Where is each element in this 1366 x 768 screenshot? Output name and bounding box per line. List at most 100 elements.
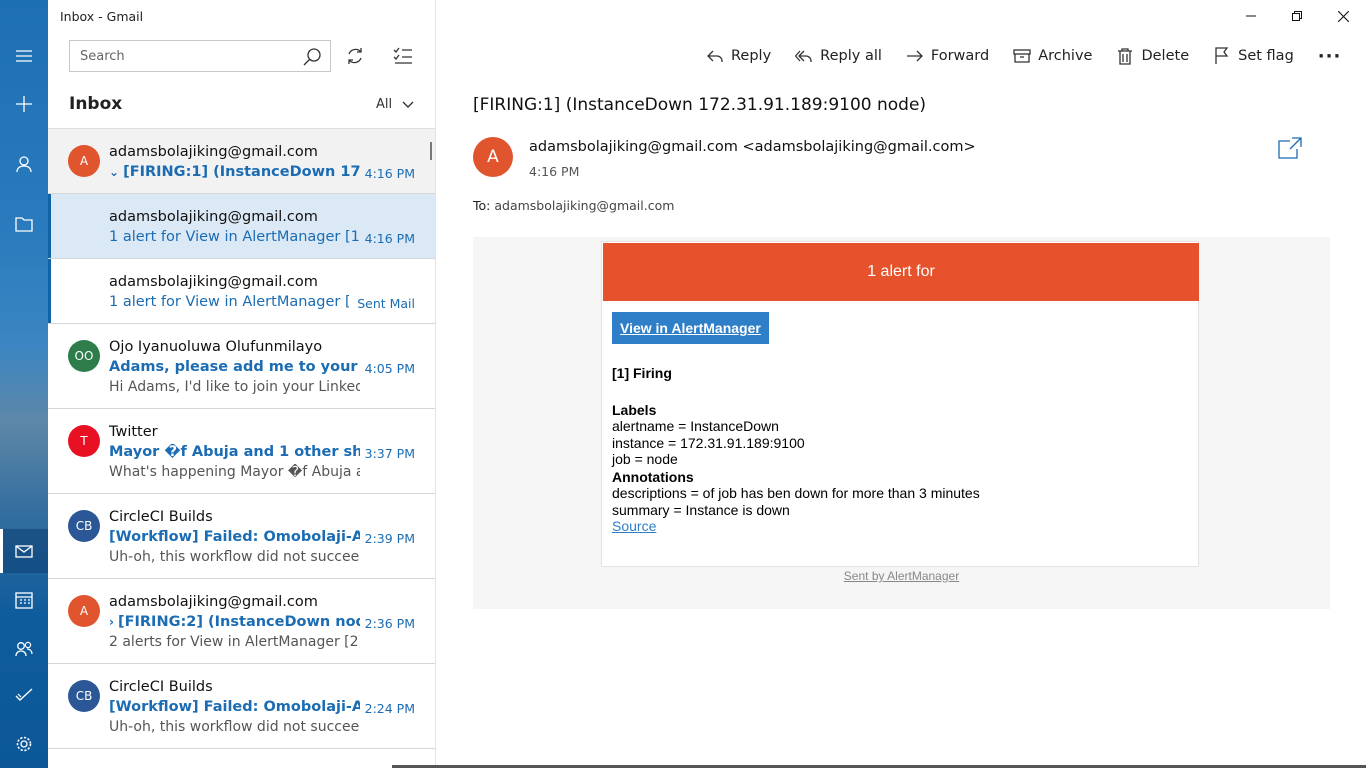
more-actions-button[interactable]: ··· (1318, 46, 1342, 67)
message-sender: adamsbolajiking@gmail.com (109, 594, 318, 610)
reading-pane: Reply Reply all Forward Archive Delete S… (436, 0, 1366, 768)
close-icon (1337, 10, 1349, 22)
message-time: 4:05 PM (364, 361, 415, 376)
message-subject-text: [FIRING:1] (InstanceDown 172.31.91.189:9… (123, 164, 360, 180)
archive-button[interactable]: Archive (1013, 47, 1092, 65)
search-icon[interactable] (302, 47, 322, 67)
hamburger-icon (16, 50, 32, 62)
scrollbar-thumb[interactable] (430, 142, 432, 160)
people-button[interactable] (0, 627, 48, 671)
labels-heading: Labels (612, 402, 657, 418)
list-item[interactable]: CB CircleCI Builds [Workflow] Failed: Om… (48, 494, 435, 579)
hamburger-menu-button[interactable] (0, 34, 48, 78)
forward-arrow-icon (906, 50, 923, 62)
archive-label: Archive (1038, 48, 1093, 64)
to-label: To: (473, 198, 491, 213)
message-sender: adamsbolajiking@gmail.com (109, 144, 318, 160)
list-item[interactable]: A adamsbolajiking@gmail.com › [FIRING:2] … (48, 579, 435, 664)
chevron-right-icon[interactable]: › (109, 615, 114, 629)
delete-button[interactable]: Delete (1116, 47, 1189, 65)
message-timestamp: 4:16 PM (529, 164, 580, 179)
list-item[interactable]: CB CircleCI Builds [Workflow] Failed: Om… (48, 664, 435, 749)
message-preview: Uh-oh, this workflow did not succeed. (109, 549, 360, 565)
search-box[interactable] (69, 40, 331, 72)
chevron-down-icon[interactable]: ⌄ (109, 165, 119, 179)
sender-address[interactable]: adamsbolajiking@gmail.com <adamsbolajiki… (529, 139, 976, 155)
annotations-heading: Annotations (612, 469, 694, 485)
message-subject-heading: [FIRING:1] (InstanceDown 172.31.91.189:9… (473, 95, 927, 115)
label-line: instance = 172.31.91.189:9100 (612, 435, 805, 451)
avatar: A (68, 595, 100, 627)
firing-heading: [1] Firing (612, 365, 672, 381)
trash-icon (1118, 48, 1133, 65)
view-in-alertmanager-link[interactable]: View in AlertManager (612, 312, 769, 344)
sync-icon (348, 48, 362, 64)
accounts-button[interactable] (0, 142, 48, 186)
avatar: OO (68, 340, 100, 372)
filter-label: All (376, 97, 393, 112)
set-flag-button[interactable]: Set flag (1213, 47, 1294, 65)
filter-dropdown[interactable]: All (376, 97, 414, 112)
reply-all-button[interactable]: Reply all (795, 47, 882, 65)
message-sender: Ojo Iyanuoluwa Olufunmilayo (109, 339, 323, 355)
chevron-down-icon (402, 101, 414, 108)
sent-by-footer[interactable]: Sent by AlertManager (473, 569, 1330, 583)
avatar: A (68, 145, 100, 177)
list-item[interactable]: OO Ojo Iyanuoluwa Olufunmilayo Adams, pl… (48, 324, 435, 409)
archive-icon (1013, 49, 1031, 63)
message-subject-text: [FIRING:2] (InstanceDown node) (117, 614, 360, 630)
list-item[interactable]: adamsbolajiking@gmail.com 1 alert for Vi… (48, 259, 435, 324)
list-item[interactable]: adamsbolajiking@gmail.com 1 alert for Vi… (48, 194, 435, 259)
message-list-pane: Inbox - Gmail Inbox All A adamsbolajikin… (48, 0, 436, 768)
message-preview: Uh-oh, this workflow did not succeed. (109, 719, 360, 735)
message-subject: 1 alert for View in AlertManager [1] Fir… (109, 294, 349, 310)
recipient-address[interactable]: adamsbolajiking@gmail.com (494, 198, 674, 213)
checkmark-icon (15, 688, 33, 701)
message-subject: [Workflow] Failed: Omobolaji-Adams (109, 529, 360, 545)
sync-button[interactable] (339, 40, 371, 72)
open-in-new-window-icon[interactable] (1278, 137, 1302, 159)
avatar: CB (68, 510, 100, 542)
message-body: 1 alert for View in AlertManager [1] Fir… (473, 237, 1330, 609)
mail-icon (15, 545, 33, 558)
source-link[interactable]: Source (612, 518, 656, 534)
list-item[interactable]: T Twitter Mayor �f Abuja and 1 other sha… (48, 409, 435, 494)
reply-button[interactable]: Reply (706, 47, 771, 65)
todo-button[interactable] (0, 673, 48, 717)
message-sender: CircleCI Builds (109, 679, 213, 695)
message-sender: CircleCI Builds (109, 509, 213, 525)
search-input[interactable] (70, 41, 295, 71)
reply-icon (707, 50, 723, 62)
settings-button[interactable] (0, 722, 48, 766)
alert-banner: 1 alert for (603, 243, 1199, 301)
message-time: 2:36 PM (364, 616, 415, 631)
message-subject: › [FIRING:2] (InstanceDown node) (109, 614, 360, 630)
new-mail-button[interactable] (0, 82, 48, 126)
message-time: 2:39 PM (364, 531, 415, 546)
avatar: T (68, 425, 100, 457)
command-bar: Reply Reply all Forward Archive Delete S… (706, 42, 1365, 70)
folder-title: Inbox (69, 94, 123, 114)
annotation-line: summary = Instance is down (612, 502, 790, 518)
forward-label: Forward (930, 48, 990, 64)
message-sender: Twitter (109, 424, 158, 440)
mail-button[interactable] (0, 529, 48, 573)
message-subject: [Workflow] Failed: Omobolaji-Adams (109, 699, 360, 715)
close-button[interactable] (1320, 0, 1366, 32)
message-time: 4:16 PM (364, 231, 415, 246)
minimize-button[interactable] (1228, 0, 1274, 32)
window-title: Inbox - Gmail (60, 9, 144, 24)
message-list[interactable]: A adamsbolajiking@gmail.com ⌄ [FIRING:1] … (48, 128, 435, 768)
calendar-button[interactable] (0, 578, 48, 622)
reply-all-icon (795, 50, 812, 62)
sender-avatar: A (473, 137, 513, 177)
people-icon (15, 641, 33, 657)
restore-button[interactable] (1274, 0, 1320, 32)
gear-icon (16, 736, 32, 752)
message-sender: adamsbolajiking@gmail.com (109, 274, 318, 290)
list-item[interactable]: A adamsbolajiking@gmail.com ⌄ [FIRING:1] … (48, 129, 435, 194)
selection-mode-button[interactable] (387, 40, 419, 72)
forward-button[interactable]: Forward (906, 47, 989, 65)
folders-button[interactable] (0, 202, 48, 246)
reply-all-label: Reply all (820, 48, 882, 64)
